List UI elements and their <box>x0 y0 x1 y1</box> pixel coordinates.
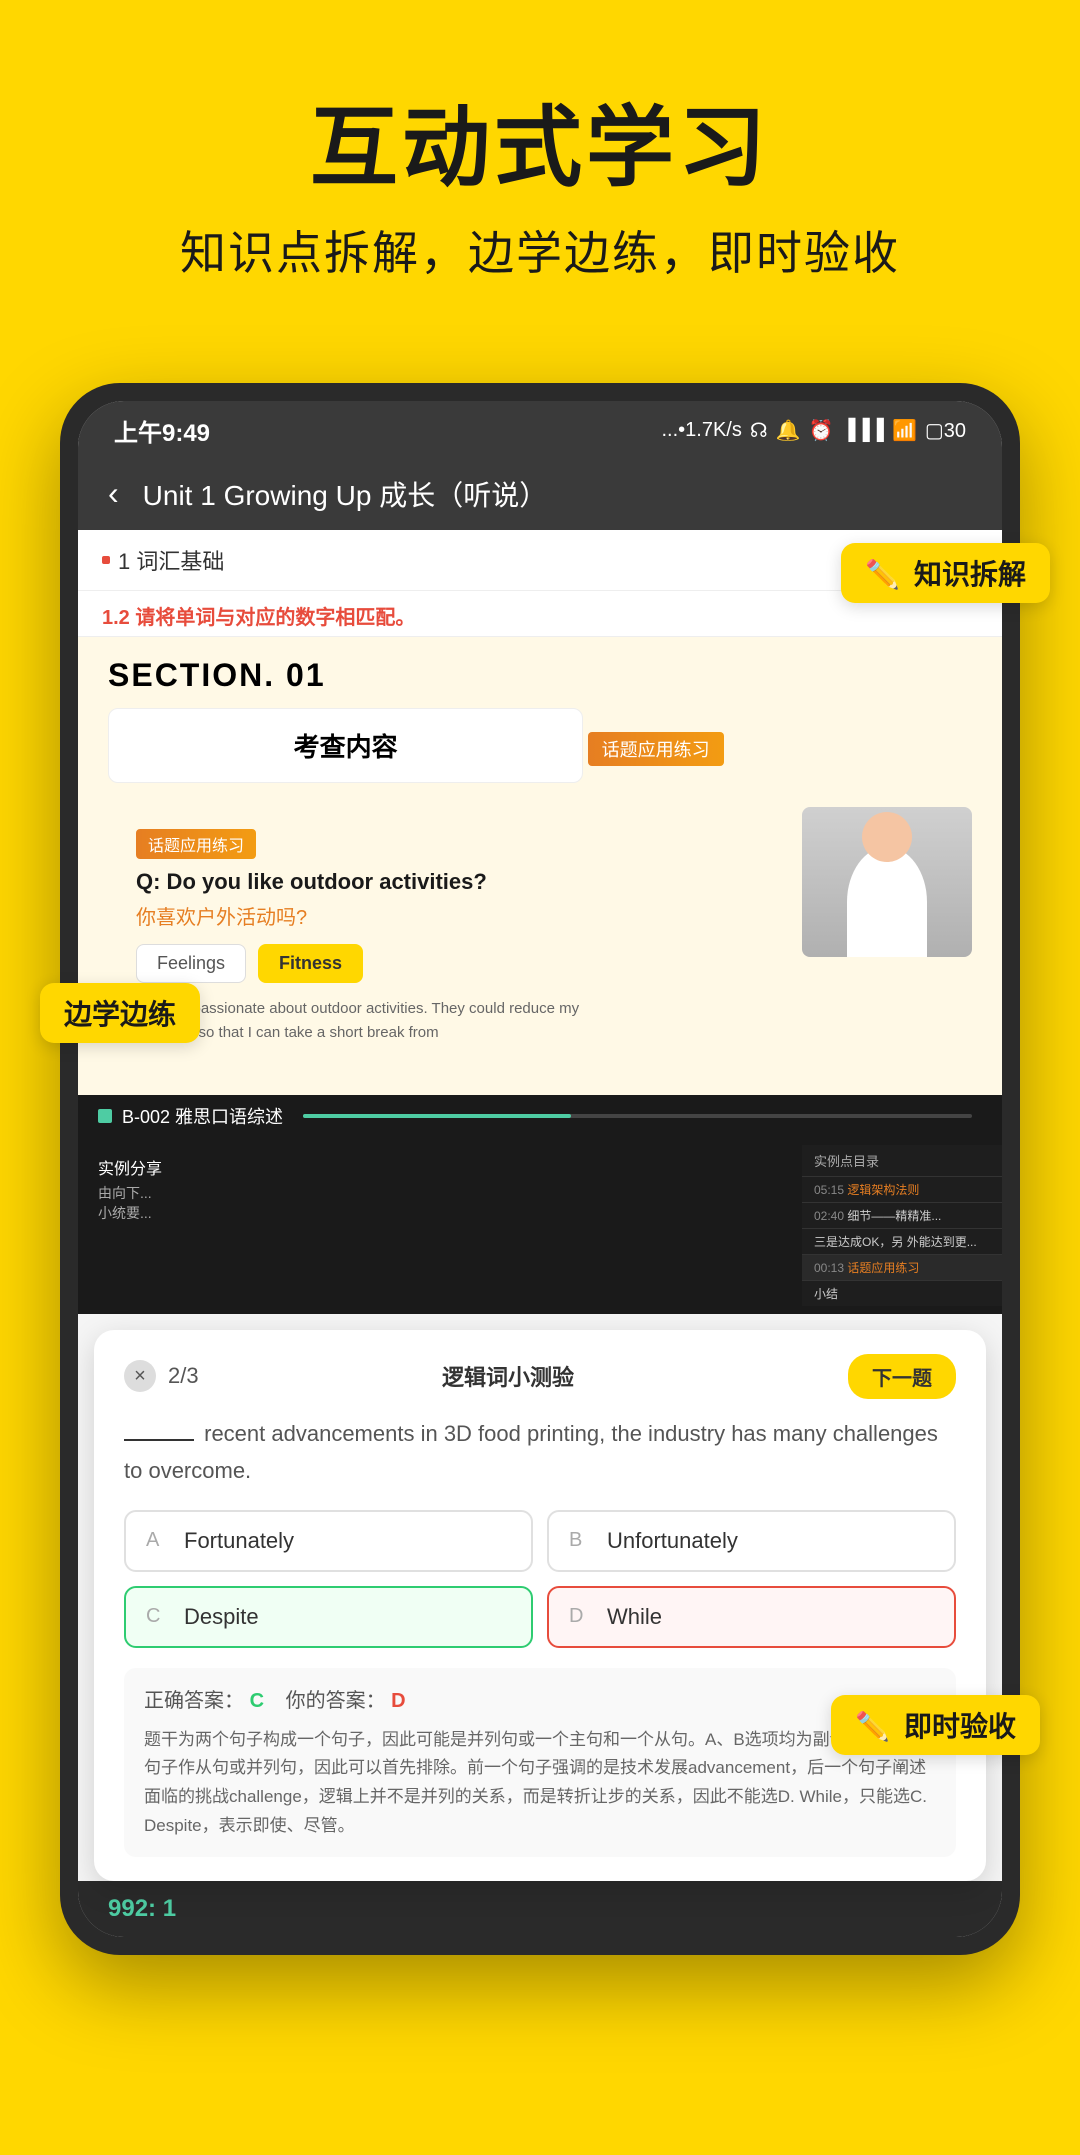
quiz-option-d[interactable]: D While <box>547 1586 956 1648</box>
video-lesson-label: B-002 雅思口语综述 <box>122 1103 283 1129</box>
sidebar-time-4: 00:13 <box>814 1261 847 1275</box>
option-letter-b: B <box>569 1529 593 1552</box>
nav-title: Unit 1 Growing Up 成长（听说） <box>143 474 548 514</box>
bottom-bar: 992: 1 <box>78 1881 1002 1937</box>
exercise-tag: 话题应用练习 <box>588 732 724 766</box>
quiz-option-b[interactable]: B Unfortunately <box>547 1510 956 1572</box>
option-text-c: Despite <box>184 1604 259 1630</box>
signal-icon: ▐▐▐ <box>841 419 884 442</box>
main-video-area: 实例分享 由向下... 小统要... <box>78 1145 802 1306</box>
quiz-progress-title: 逻辑词小测验 <box>442 1360 574 1392</box>
practice-option-fitness[interactable]: Fitness <box>258 944 363 983</box>
section-card: SECTION. 01 考查内容 话题应用练习 <box>78 637 1002 1095</box>
practice-tag: 话题应用练习 <box>136 829 256 859</box>
practice-answer-preview: Yes, I'm passionate about outdoor activi… <box>136 997 581 1045</box>
wifi-icon: 📶 <box>892 418 917 443</box>
floating-label-verify: ✏️ 即时验收 <box>831 1695 1040 1755</box>
sidebar-text-5: 小结 <box>814 1287 838 1301</box>
bluetooth-icon: ☊ <box>750 418 768 443</box>
progress-fill <box>303 1114 571 1118</box>
sidebar-title: 实例点目录 <box>802 1145 1002 1177</box>
quiz-progress: 2/3 <box>168 1363 442 1389</box>
quiz-question-text: recent advancements in 3D food printing,… <box>124 1415 956 1490</box>
quiz-header: × 2/3 逻辑词小测验 下一题 <box>124 1354 956 1399</box>
status-right: ...•1.7K/s ☊ 🔔 ⏰ ▐▐▐ 📶 ▢30 <box>661 418 966 443</box>
sidebar-item-3[interactable]: 三是达成OK，另 外能达到更... <box>802 1229 1002 1255</box>
quiz-close-button[interactable]: × <box>124 1360 156 1392</box>
battery-icon: ▢30 <box>925 418 966 443</box>
alarm-icon: ⏰ <box>809 418 834 443</box>
progress-bar <box>303 1114 972 1118</box>
video-label-2: 实例分享 <box>98 1155 782 1179</box>
network-indicator: ...•1.7K/s <box>661 419 741 442</box>
sidebar-text-4: 话题应用练习 <box>847 1261 919 1275</box>
teacher-figure <box>802 807 972 957</box>
quiz-option-c[interactable]: C Despite <box>124 1586 533 1648</box>
quiz-card: × 2/3 逻辑词小测验 下一题 recent advancements in … <box>94 1330 986 1881</box>
sidebar-text-3b: 外能达到更... <box>907 1235 977 1249</box>
video-lesson-bar: B-002 雅思口语综述 <box>78 1095 1002 1137</box>
bottom-counter: 992: 1 <box>108 1895 176 1922</box>
teacher-head <box>862 812 912 862</box>
practice-option-feelings[interactable]: Feelings <box>136 944 246 983</box>
section-label: SECTION. 01 <box>108 657 972 694</box>
teacher-video-thumb[interactable] <box>802 807 972 957</box>
correct-label: 正确答案： <box>144 1690 244 1712</box>
status-bar: 上午9:49 ...•1.7K/s ☊ 🔔 ⏰ ▐▐▐ 📶 ▢30 <box>78 401 1002 458</box>
option-letter-a: A <box>146 1529 170 1552</box>
notification-icon: 🔔 <box>776 418 801 443</box>
nav-bar: ‹ Unit 1 Growing Up 成长（听说） <box>78 458 1002 530</box>
option-letter-d: D <box>569 1605 593 1628</box>
your-val: D <box>391 1690 405 1712</box>
sidebar-area: 实例分享 由向下... 小统要... 实例点目录 05:15 逻辑架构法则 <box>78 1137 1002 1314</box>
quiz-option-a[interactable]: A Fortunately <box>124 1510 533 1572</box>
main-title: 互动式学习 <box>60 100 1020 197</box>
video-sublabel-2: 小统要... <box>98 1203 782 1223</box>
option-text-d: While <box>607 1604 662 1630</box>
your-label: 你的答案： <box>286 1690 386 1712</box>
yellow-bg-bottom <box>0 1955 1080 2155</box>
back-button[interactable]: ‹ <box>108 475 119 512</box>
sidebar-text-2: 细节——精精准... <box>847 1209 941 1223</box>
option-text-b: Unfortunately <box>607 1528 738 1554</box>
answer-line: 正确答案： C 你的答案： D <box>144 1684 936 1718</box>
floating-label-practice: 边学边练 <box>40 983 200 1043</box>
pencil-icon: ✏️ <box>865 558 900 591</box>
quiz-next-button[interactable]: 下一题 <box>848 1354 956 1399</box>
sidebar-time-2: 02:40 <box>814 1209 847 1223</box>
sidebar-text-3: 三是达成OK，另 <box>814 1235 903 1249</box>
video-indicator <box>98 1109 112 1123</box>
sidebar-item-5[interactable]: 小结 <box>802 1281 1002 1306</box>
header-section: 互动式学习 知识点拆解，边学边练，即时验收 <box>0 0 1080 343</box>
practice-question-cn: 你喜欢户外活动吗? <box>136 901 581 930</box>
option-text-a: Fortunately <box>184 1528 294 1554</box>
content-with-sidebar: 实例分享 由向下... 小统要... 实例点目录 05:15 逻辑架构法则 <box>78 1145 1002 1306</box>
floating-label-knowledge: ✏️ 知识拆解 <box>841 543 1050 603</box>
section-content-box: 考查内容 <box>108 708 583 783</box>
section-dot <box>102 556 110 564</box>
video-sublabel: 由向下... <box>98 1183 782 1203</box>
correct-val: C <box>250 1690 264 1712</box>
answer-explanation: 题干为两个句子构成一个句子，因此可能是并列句或一个主句和一个从句。A、B选项均为… <box>144 1726 936 1842</box>
quiz-question-body: recent advancements in 3D food printing,… <box>124 1421 938 1483</box>
quiz-options-grid: A Fortunately B Unfortunately C Despite <box>124 1510 956 1648</box>
sub-title: 知识点拆解，边学边练，即时验收 <box>60 217 1020 283</box>
status-time: 上午9:49 <box>114 413 210 448</box>
exercise-label: 1.2 请将单词与对应的数字相匹配。 <box>102 607 415 629</box>
quiz-blank <box>124 1439 194 1441</box>
quiz-answer-section: 正确答案： C 你的答案： D 题干为两个句子构成一个句子，因此可能是并列句或一… <box>124 1668 956 1858</box>
practice-question-en: Q: Do you like outdoor activities? <box>136 869 581 895</box>
sidebar-item-1[interactable]: 05:15 逻辑架构法则 <box>802 1177 1002 1203</box>
section-header-text: 1 词汇基础 <box>118 544 224 576</box>
sidebar-time-1: 05:15 <box>814 1183 847 1197</box>
teacher-body <box>847 847 927 957</box>
sidebar-panel: 实例点目录 05:15 逻辑架构法则 02:40 细节——精精准... 三是达成… <box>802 1145 1002 1306</box>
sidebar-item-4[interactable]: 00:13 话题应用练习 <box>802 1255 1002 1281</box>
pencil-icon-2: ✏️ <box>855 1710 890 1743</box>
sidebar-text-1: 逻辑架构法则 <box>847 1183 919 1197</box>
practice-options: Feelings Fitness <box>136 944 581 983</box>
option-letter-c: C <box>146 1605 170 1628</box>
sidebar-item-2[interactable]: 02:40 细节——精精准... <box>802 1203 1002 1229</box>
